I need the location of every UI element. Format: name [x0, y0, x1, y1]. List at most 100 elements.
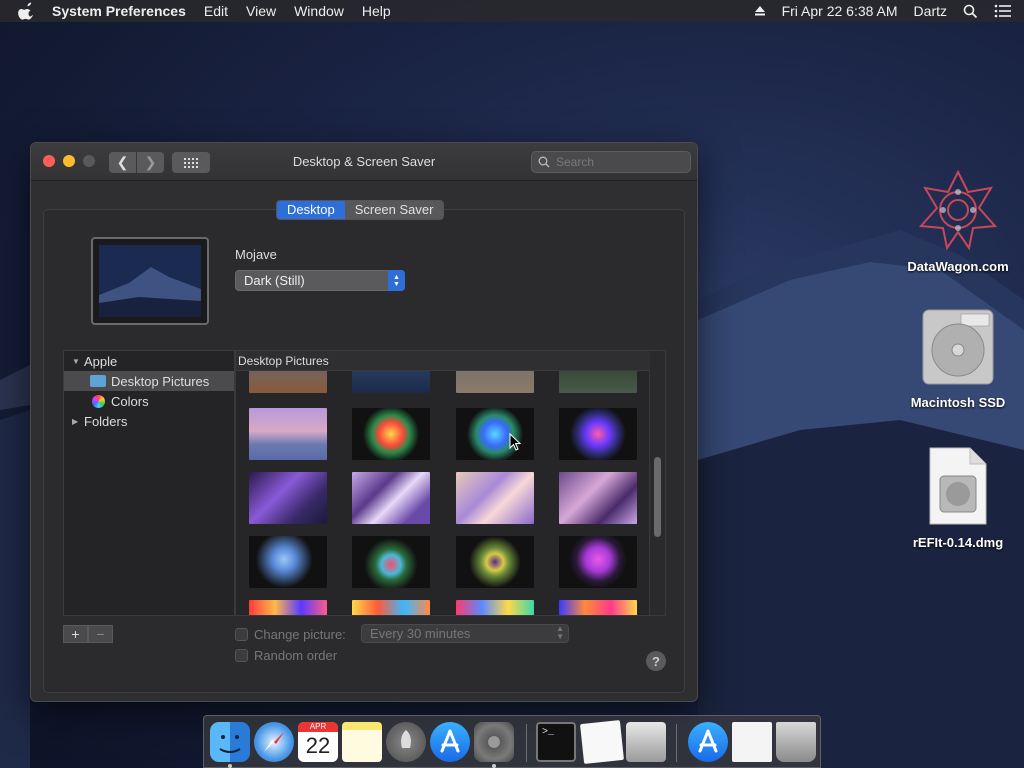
search-input[interactable] [556, 155, 676, 169]
colors-icon [92, 394, 105, 408]
desktop-icon-macintosh-ssd[interactable]: Macintosh SSD [898, 308, 1018, 410]
folder-icon [90, 375, 106, 387]
compass-icon [264, 732, 284, 752]
wallpaper-thumbnail[interactable] [559, 408, 637, 460]
app-store-a-icon [440, 729, 460, 753]
menubar-clock[interactable]: Fri Apr 22 6:38 AM [782, 3, 898, 19]
wallpaper-thumbnail[interactable] [559, 472, 637, 524]
tab-screen-saver[interactable]: Screen Saver [344, 201, 444, 219]
scrollbar-thumb[interactable] [654, 457, 661, 537]
source-item-colors[interactable]: Colors [64, 391, 234, 411]
wallpaper-thumbnail[interactable] [249, 472, 327, 524]
terminal-icon[interactable]: >_ [536, 722, 576, 762]
popup-arrows-icon: ▲ ▼ [556, 624, 564, 641]
appearance-popup[interactable]: Dark (Still) ▲ ▼ [235, 270, 405, 291]
remove-folder-button[interactable]: − [88, 625, 113, 643]
mojave-thumbnail [99, 245, 201, 317]
random-order-checkbox[interactable] [235, 649, 248, 662]
source-item-label: Apple [84, 353, 118, 369]
rocket-icon [401, 730, 411, 748]
app-store-download-icon[interactable] [688, 722, 728, 762]
menubar-user[interactable]: Dartz [914, 3, 947, 19]
finder-face-icon [219, 735, 241, 753]
spotlight-search-icon[interactable] [963, 4, 978, 19]
textedit-icon[interactable] [580, 720, 624, 764]
calendar-day: 22 [305, 733, 331, 758]
wallpaper-thumbnail[interactable] [456, 472, 534, 524]
grid-header: Desktop Pictures [236, 351, 650, 371]
change-interval-popup[interactable]: Every 30 minutes ▲ ▼ [361, 624, 569, 643]
wallpaper-thumbnail[interactable] [352, 408, 430, 460]
source-item-apple[interactable]: ▼ Apple [64, 351, 234, 371]
trash-icon[interactable] [776, 722, 816, 762]
desktop-icon-datawagon[interactable]: DataWagon.com [898, 169, 1018, 274]
running-indicator [228, 764, 232, 768]
menu-app-name[interactable]: System Preferences [52, 3, 186, 19]
menu-view[interactable]: View [246, 3, 276, 19]
document-icon[interactable] [732, 722, 772, 762]
terminal-prompt: >_ [542, 727, 555, 738]
add-remove-buttons: + − [63, 625, 113, 643]
wallpaper-grid: Desktop Pictures [235, 350, 666, 616]
change-interval-value: Every 30 minutes [370, 626, 471, 641]
desktop-icon-refit-dmg[interactable]: rEFIt-0.14.dmg [898, 446, 1018, 550]
tab-desktop[interactable]: Desktop [277, 201, 345, 219]
app-store-a-icon [698, 729, 718, 753]
wallpaper-thumbnail[interactable] [352, 472, 430, 524]
random-order-row: Random order [235, 648, 337, 663]
menu-help[interactable]: Help [362, 3, 391, 19]
appearance-popup-value: Dark (Still) [244, 273, 305, 288]
source-item-label: Folders [84, 413, 128, 429]
preferences-window: ❮ ❯ Desktop & Screen Saver Desktop Scree… [30, 142, 698, 702]
source-item-folders[interactable]: ▶ Folders [64, 411, 234, 431]
tab-segmented-control: Desktop Screen Saver [276, 200, 445, 220]
dock-separator [676, 724, 677, 762]
title-bar[interactable]: ❮ ❯ Desktop & Screen Saver [31, 143, 697, 181]
change-picture-checkbox[interactable] [235, 628, 248, 641]
menu-bar: System Preferences Edit View Window Help… [0, 0, 1024, 22]
search-field[interactable] [531, 151, 691, 173]
change-picture-label: Change picture: [254, 627, 346, 642]
menu-window[interactable]: Window [294, 3, 344, 19]
wallpaper-thumbnail[interactable] [456, 600, 534, 615]
app-store-icon[interactable] [430, 722, 470, 762]
desktop-icon-label: Macintosh SSD [910, 395, 1006, 410]
search-icon [538, 156, 550, 168]
wallpaper-thumbnail[interactable] [249, 408, 327, 460]
popup-arrows-icon: ▲ ▼ [388, 270, 405, 291]
add-folder-button[interactable]: + [63, 625, 88, 643]
wallpaper-thumbnail[interactable] [559, 600, 637, 615]
disclosure-closed-icon[interactable]: ▶ [72, 417, 82, 426]
launchpad-icon[interactable] [386, 722, 426, 762]
disclosure-open-icon[interactable]: ▼ [72, 357, 82, 366]
wallpaper-thumbnail[interactable] [249, 600, 327, 615]
running-indicator [492, 764, 496, 768]
hard-drive-icon [922, 309, 994, 385]
wallpaper-thumbnail[interactable] [352, 600, 430, 615]
grid-scrollbar[interactable] [649, 351, 665, 615]
system-preferences-icon[interactable] [474, 722, 514, 762]
finder-icon[interactable] [210, 722, 250, 762]
wallpaper-thumbnail[interactable] [559, 536, 637, 588]
source-item-label: Desktop Pictures [111, 373, 210, 389]
desktop-icon-label: rEFIt-0.14.dmg [912, 535, 1004, 550]
wallpaper-thumbnail[interactable] [352, 536, 430, 588]
safari-icon[interactable] [254, 722, 294, 762]
wallpaper-preview-image [99, 245, 201, 317]
notes-icon[interactable] [342, 722, 382, 762]
help-button[interactable]: ? [646, 651, 666, 671]
wallpaper-preview [91, 237, 209, 325]
eject-icon[interactable] [754, 5, 766, 17]
wallpaper-thumbnail[interactable] [456, 536, 534, 588]
source-item-label: Colors [111, 393, 149, 409]
dock: APR 22 >_ [203, 715, 821, 768]
source-item-desktop-pictures[interactable]: Desktop Pictures [64, 371, 234, 391]
notification-center-icon[interactable] [994, 4, 1012, 18]
apple-logo-icon[interactable] [18, 2, 36, 20]
menu-edit[interactable]: Edit [204, 3, 228, 19]
wallpaper-thumbnail[interactable] [249, 536, 327, 588]
dock-separator [526, 724, 527, 762]
desktop-icon-label: DataWagon.com [907, 259, 1009, 274]
calendar-icon[interactable]: APR 22 [298, 722, 338, 762]
disk-utility-icon[interactable] [626, 722, 666, 762]
